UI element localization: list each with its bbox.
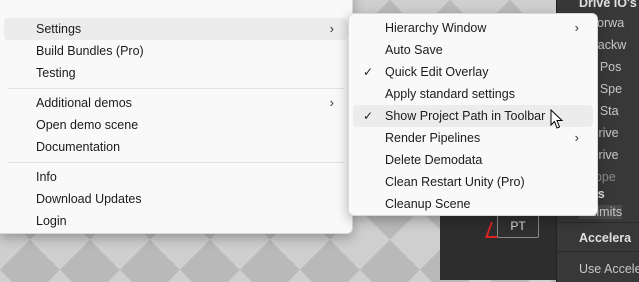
menu-item-settings[interactable]: Settings › bbox=[4, 18, 348, 40]
pt-label: PT bbox=[510, 219, 526, 233]
menu-item-label: Info bbox=[36, 170, 57, 184]
menu-item-label: Show Project Path in Toolbar bbox=[385, 109, 546, 123]
pt-label-box: PT bbox=[497, 214, 539, 238]
inspector-line[interactable]: Use Accele bbox=[579, 262, 639, 276]
menu-item-label: Login bbox=[36, 214, 67, 228]
chevron-right-icon: › bbox=[574, 130, 579, 145]
main-context-menu: Settings › Build Bundles (Pro) Testing A… bbox=[0, 0, 353, 234]
menu-item-label: Download Updates bbox=[36, 192, 142, 206]
menu-item-label: Testing bbox=[36, 66, 76, 80]
menu-item-label: Settings bbox=[36, 22, 82, 36]
menu-item-label: Open demo scene bbox=[36, 118, 139, 132]
menu-item-info[interactable]: Info bbox=[4, 166, 348, 188]
menu-item-open-demo-scene[interactable]: Open demo scene bbox=[4, 114, 348, 136]
menu-item-label: Additional demos bbox=[36, 96, 132, 110]
menu-item-login[interactable]: Login bbox=[4, 210, 348, 232]
chevron-right-icon: › bbox=[329, 21, 334, 36]
chevron-right-icon: › bbox=[574, 20, 579, 35]
checkmark-icon: ✓ bbox=[363, 65, 374, 79]
menu-item-label: Quick Edit Overlay bbox=[385, 65, 489, 79]
menu-item-label: Build Bundles (Pro) bbox=[36, 44, 144, 58]
menu-item-label: Documentation bbox=[36, 140, 121, 154]
menu-item-label: Render Pipelines bbox=[385, 131, 481, 145]
menu-item-download-updates[interactable]: Download Updates bbox=[4, 188, 348, 210]
menu-item-clean-restart-unity[interactable]: Clean Restart Unity (Pro) bbox=[353, 171, 593, 193]
menu-separator bbox=[8, 88, 344, 89]
chevron-right-icon: › bbox=[329, 95, 334, 110]
menu-item-label: Hierarchy Window bbox=[385, 21, 487, 35]
menu-separator bbox=[8, 162, 344, 163]
menu-item-label: Clean Restart Unity (Pro) bbox=[385, 175, 525, 189]
mouse-cursor-icon bbox=[550, 109, 564, 129]
menu-item-documentation[interactable]: Documentation bbox=[4, 136, 348, 158]
checkmark-icon: ✓ bbox=[363, 109, 374, 123]
menu-item-build-bundles[interactable]: Build Bundles (Pro) bbox=[4, 40, 348, 62]
inspector-header: Accelera bbox=[579, 231, 632, 245]
menu-item-cleanup-scene[interactable]: Cleanup Scene bbox=[353, 193, 593, 215]
menu-item-delete-demodata[interactable]: Delete Demodata bbox=[353, 149, 593, 171]
menu-item-label: Delete Demodata bbox=[385, 153, 483, 167]
menu-item-label: Auto Save bbox=[385, 43, 443, 57]
menu-item-auto-save[interactable]: Auto Save bbox=[353, 39, 593, 61]
menu-item-quick-edit-overlay[interactable]: ✓ Quick Edit Overlay bbox=[353, 61, 593, 83]
menu-item-label: Apply standard settings bbox=[385, 87, 515, 101]
inspector-line: Drive IO's bbox=[579, 0, 637, 10]
menu-item-apply-standard-settings[interactable]: Apply standard settings bbox=[353, 83, 593, 105]
menu-item-hierarchy-window[interactable]: Hierarchy Window › bbox=[353, 17, 593, 39]
menu-item-testing[interactable]: Testing bbox=[4, 62, 348, 84]
menu-item-additional-demos[interactable]: Additional demos › bbox=[4, 92, 348, 114]
menu-item-label: Cleanup Scene bbox=[385, 197, 471, 211]
